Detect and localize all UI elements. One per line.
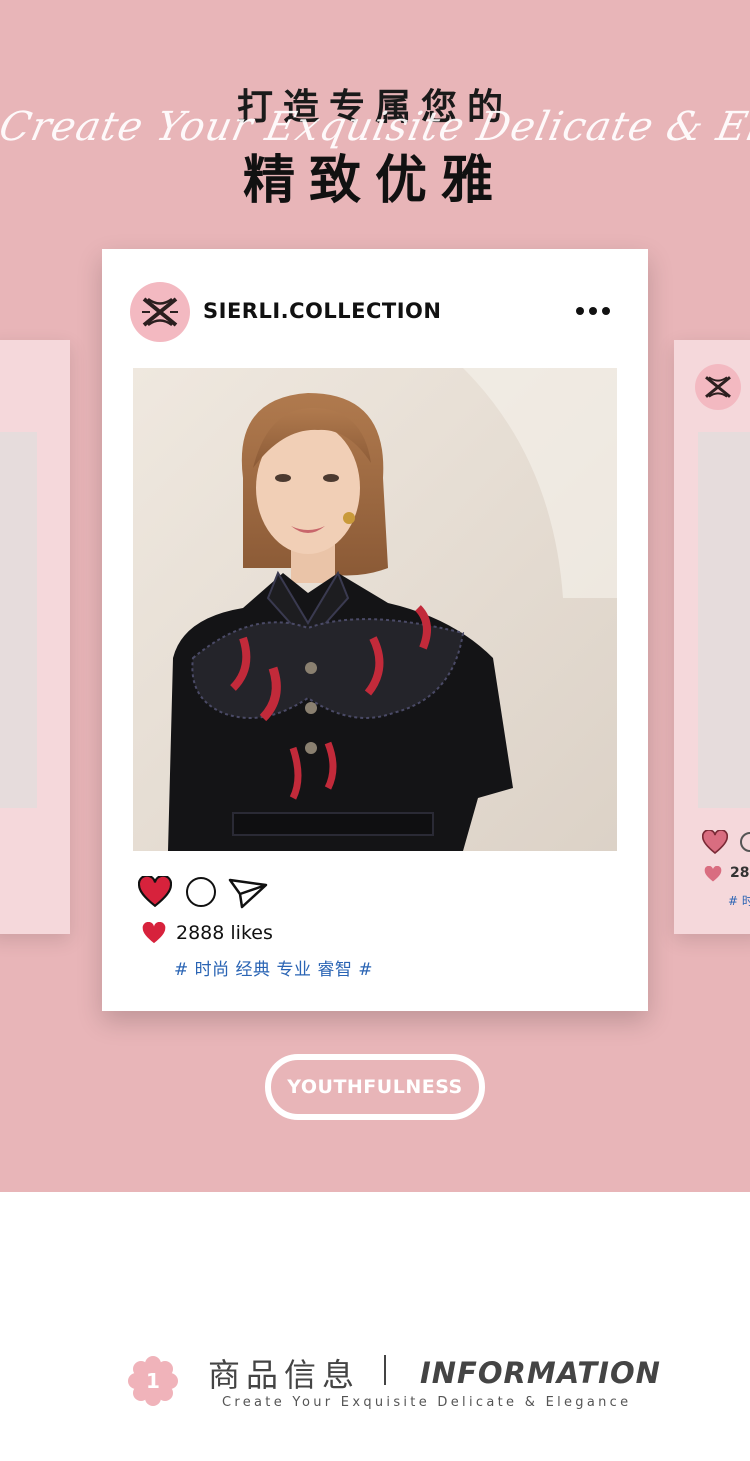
likes-count: 2888 likes bbox=[176, 922, 273, 944]
logo-monogram-icon[interactable] bbox=[130, 282, 190, 342]
side-card-left-image bbox=[0, 432, 37, 808]
info-subtitle: Create Your Exquisite Delicate & Eleganc… bbox=[222, 1395, 632, 1410]
heart-icon bbox=[704, 866, 722, 882]
more-dots-icon[interactable] bbox=[576, 307, 610, 315]
headline-line2: 精致优雅 bbox=[242, 151, 507, 211]
dot bbox=[589, 307, 597, 315]
info-number: 1 bbox=[146, 1369, 160, 1393]
account-name[interactable]: SIERLI.COLLECTION bbox=[203, 299, 441, 323]
comment-icon[interactable] bbox=[186, 877, 216, 907]
dot bbox=[576, 307, 584, 315]
youthfulness-badge: YOUTHFULNESS bbox=[265, 1054, 485, 1120]
post-photo bbox=[133, 368, 617, 851]
info-title-en: INFORMATION bbox=[420, 1356, 661, 1390]
post-tags[interactable]: # 时尚 经典 专业 睿智 # bbox=[174, 955, 373, 980]
share-icon[interactable] bbox=[228, 877, 268, 909]
side-tags-text: # 时 bbox=[728, 894, 750, 908]
side-card-right-image bbox=[698, 432, 750, 808]
heart-icon bbox=[702, 830, 728, 854]
info-divider bbox=[384, 1355, 386, 1385]
logo-monogram-icon bbox=[695, 364, 741, 410]
heart-icon bbox=[142, 922, 166, 944]
side-card-left bbox=[0, 340, 70, 934]
info-title-cn: 商品信息 bbox=[208, 1356, 361, 1394]
heart-icon[interactable] bbox=[138, 876, 172, 907]
flower-badge-icon: 1 bbox=[128, 1356, 178, 1406]
dot bbox=[602, 307, 610, 315]
side-likes-text: 288 bbox=[730, 865, 750, 881]
post-card: SIERLI.COLLECTION 2888 likes # 时尚 经典 专业 … bbox=[102, 249, 648, 1011]
side-card-right: 288 # 时 bbox=[674, 340, 750, 934]
comment-icon bbox=[740, 832, 750, 852]
